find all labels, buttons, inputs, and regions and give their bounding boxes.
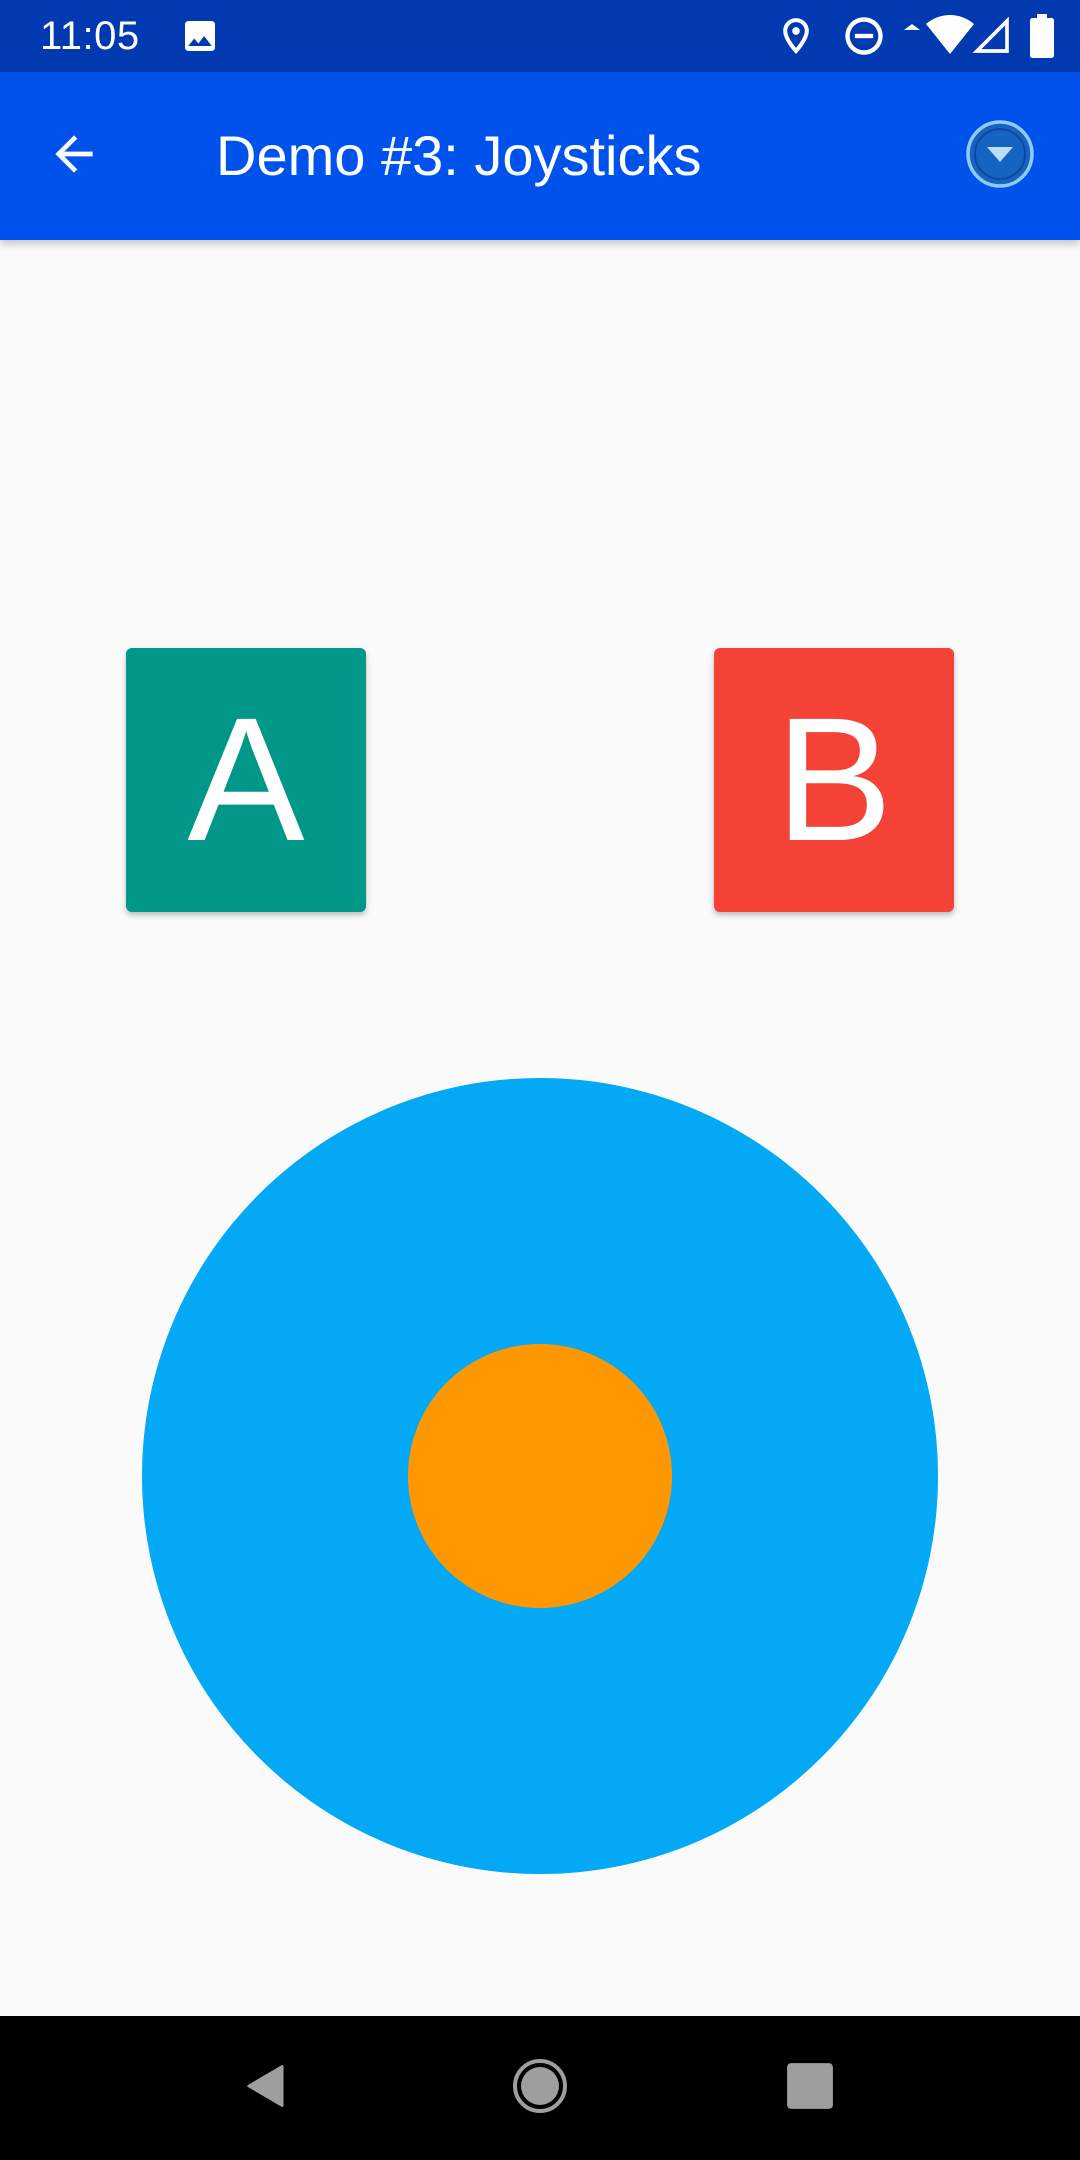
dropdown-menu-button[interactable]: [952, 108, 1048, 204]
arrow-back-icon: [46, 126, 102, 187]
joystick-knob[interactable]: [408, 1344, 672, 1608]
nav-back-icon: [238, 2058, 294, 2119]
wifi-icon: [902, 12, 976, 65]
status-time: 11:05: [40, 14, 140, 58]
nav-home-icon: [510, 2056, 570, 2121]
dropdown-circle-icon: [964, 118, 1036, 195]
battery-icon: [1030, 14, 1054, 63]
button-a[interactable]: A: [126, 648, 366, 912]
page-title: Demo #3: Joysticks: [216, 124, 702, 187]
app-bar: Demo #3: Joysticks: [0, 72, 1080, 240]
status-bar: 11:05: [0, 0, 1080, 72]
back-button[interactable]: [28, 110, 120, 202]
button-b-label: B: [775, 682, 893, 878]
signal-icon: [972, 16, 1012, 61]
joystick-base[interactable]: [142, 1078, 938, 1874]
nav-recents-icon: [785, 2061, 835, 2116]
nav-back-button[interactable]: [230, 2052, 302, 2124]
location-icon: [776, 14, 816, 63]
do-not-disturb-icon: [842, 14, 886, 63]
button-a-label: A: [187, 682, 305, 878]
image-icon: [180, 16, 220, 61]
button-b[interactable]: B: [714, 648, 954, 912]
nav-recents-button[interactable]: [774, 2052, 846, 2124]
navigation-bar: [0, 2016, 1080, 2160]
nav-home-button[interactable]: [504, 2052, 576, 2124]
